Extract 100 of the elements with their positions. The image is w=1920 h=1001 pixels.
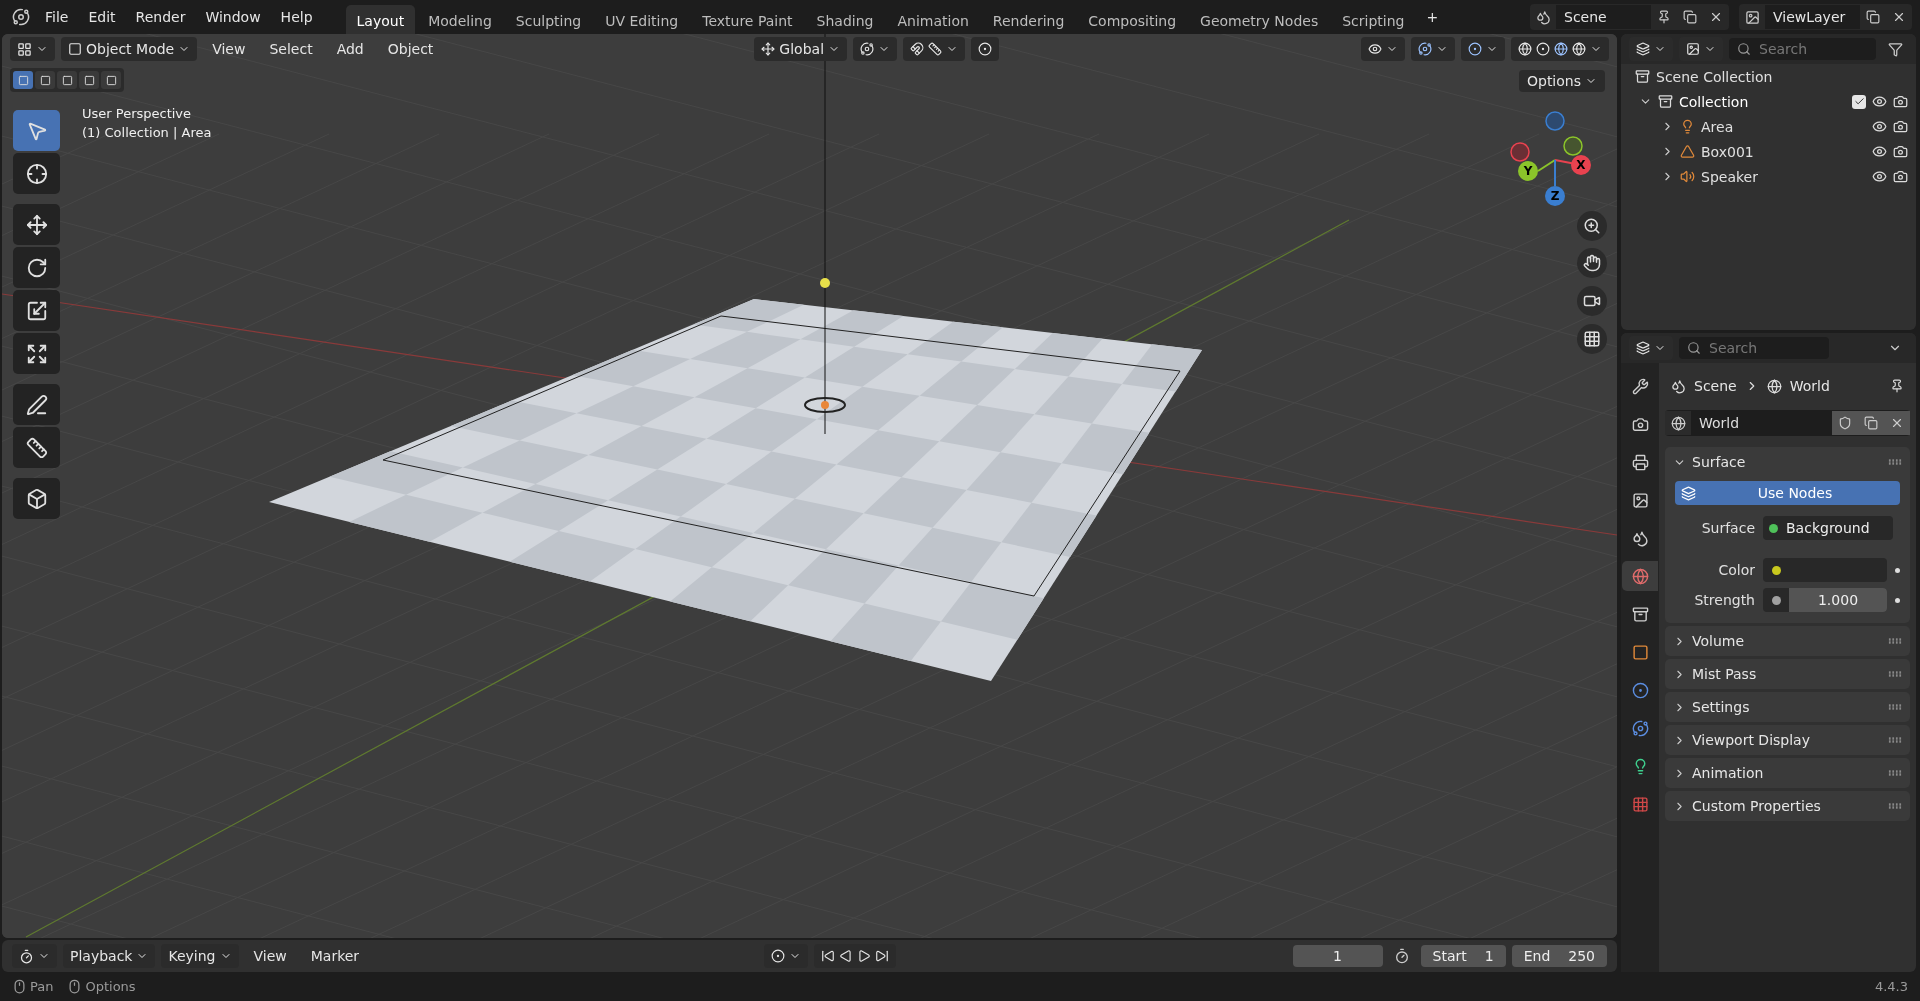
hand-icon	[1583, 254, 1601, 272]
measure-tool-button[interactable]	[13, 427, 60, 468]
transform-tool-button[interactable]	[13, 333, 60, 374]
shading-buttons[interactable]	[1511, 37, 1609, 61]
overlay-button[interactable]	[1461, 37, 1505, 61]
drag-handle-icon[interactable]	[1888, 770, 1902, 776]
annotate-tool-button[interactable]	[13, 384, 60, 425]
ruler-icon	[25, 436, 48, 459]
end-frame-field[interactable]: End 250	[1511, 945, 1607, 967]
workspace-tab[interactable]: Animation	[886, 5, 980, 35]
menu-item[interactable]: File	[36, 5, 78, 29]
playback-controls[interactable]	[814, 944, 897, 968]
status-hint: Pan	[12, 979, 54, 994]
world-datablock-field[interactable]: World	[1665, 410, 1910, 436]
proportional-edit-button[interactable]	[971, 37, 1000, 61]
drag-handle-icon[interactable]	[1888, 671, 1902, 677]
viewport-menu[interactable]: View	[203, 41, 255, 57]
outliner-item[interactable]: Speaker	[1701, 168, 1866, 185]
image-icon	[1744, 9, 1760, 25]
view-layer-selector[interactable]: ViewLayer	[1739, 4, 1912, 30]
add-workspace-button[interactable]: +	[1417, 5, 1448, 29]
close-icon	[1890, 416, 1904, 430]
drag-handle-icon[interactable]	[1888, 638, 1902, 644]
workspace-tab[interactable]: Geometry Nodes	[1189, 5, 1330, 35]
keyframe-dot[interactable]	[1895, 597, 1900, 603]
viewport-menu[interactable]: Object	[378, 41, 443, 57]
drag-handle-icon[interactable]	[1888, 704, 1902, 710]
workspace-tab[interactable]: Texture Paint	[691, 5, 804, 35]
outliner-item[interactable]: Area	[1701, 118, 1866, 135]
outliner-item[interactable]: Scene Collection	[1656, 68, 1908, 85]
timeline-menu[interactable]: Marker	[301, 948, 369, 964]
workspace-tab[interactable]: Modeling	[417, 5, 503, 35]
drag-handle-icon[interactable]	[1888, 737, 1902, 743]
value-field[interactable]	[1763, 558, 1887, 582]
mode-dropdown[interactable]: Object Mode	[61, 37, 198, 61]
selection-mode-button[interactable]	[13, 71, 33, 89]
timeline-menu[interactable]: View	[244, 948, 296, 964]
snap-button[interactable]	[903, 37, 966, 61]
magnet-icon	[910, 42, 925, 56]
orientation-dropdown[interactable]: Global	[754, 37, 848, 61]
cursor-tool-button[interactable]	[13, 153, 60, 194]
workspace-tab[interactable]: Scripting	[1331, 5, 1416, 35]
checkbox[interactable]	[1852, 94, 1866, 109]
keyframe-dot[interactable]	[1895, 567, 1900, 573]
timeline-menu[interactable]: Keying	[161, 944, 239, 968]
menu-item[interactable]: Render	[126, 5, 195, 29]
shader-field[interactable]: Background	[1763, 516, 1893, 540]
workspace-tab[interactable]: Rendering	[981, 5, 1076, 35]
pin-icon	[1657, 10, 1671, 24]
panel-header[interactable]: Surface	[1692, 454, 1882, 470]
pivot-button[interactable]	[853, 37, 898, 61]
copy-icon	[1866, 10, 1880, 24]
menu-item[interactable]: Window	[196, 5, 270, 29]
timeline-menu[interactable]: Playback	[63, 944, 156, 968]
visibility-button[interactable]	[1361, 37, 1405, 61]
editor-type-button[interactable]	[10, 37, 55, 61]
start-frame-field[interactable]: Start 1	[1420, 945, 1506, 967]
use-nodes-button[interactable]: Use Nodes	[1675, 481, 1900, 505]
workspace-tab[interactable]: UV Editing	[594, 5, 690, 35]
pencil-icon	[25, 393, 48, 416]
add-tool-button[interactable]	[13, 478, 60, 519]
selection-mode-button[interactable]	[35, 71, 55, 89]
selection-mode-button[interactable]	[101, 71, 121, 89]
viewport-menu[interactable]: Select	[260, 41, 322, 57]
outliner-item[interactable]: Box001	[1701, 143, 1866, 160]
workspace-tab[interactable]: Compositing	[1077, 5, 1188, 35]
search-box[interactable]: Search	[1679, 337, 1829, 359]
workspace-tab[interactable]: Sculpting	[504, 5, 593, 35]
workspace-tab[interactable]: Shading	[805, 5, 885, 35]
play-icon	[857, 949, 872, 963]
outliner-item[interactable]: Collection	[1679, 93, 1846, 110]
menu-item[interactable]: Edit	[79, 5, 125, 29]
selection-mode-button[interactable]	[57, 71, 77, 89]
viewport-menu[interactable]: Add	[327, 41, 373, 57]
jump-start-icon	[821, 949, 836, 963]
search-box[interactable]: Search	[1729, 38, 1876, 60]
scene-selector[interactable]: Scene	[1530, 4, 1729, 30]
value-field[interactable]: 1.000	[1763, 588, 1887, 612]
drag-handle-icon[interactable]	[1888, 459, 1902, 465]
gizmo-button[interactable]	[1411, 37, 1455, 61]
current-frame-field[interactable]: 1	[1292, 945, 1383, 967]
editor-type-button[interactable]	[12, 944, 57, 968]
triangle-icon	[1680, 144, 1695, 159]
drag-handle-icon[interactable]	[1888, 803, 1902, 809]
camera-icon	[1893, 144, 1908, 159]
square-icon	[68, 42, 82, 56]
workspace-tab[interactable]: Layout	[345, 5, 416, 35]
select-tool-button[interactable]	[13, 110, 60, 151]
camera-icon	[1893, 169, 1908, 184]
menu-item[interactable]: Help	[271, 5, 322, 29]
move-tool-button[interactable]	[13, 204, 60, 245]
options-dropdown[interactable]: Options	[1518, 70, 1605, 92]
auto-key-button[interactable]	[764, 944, 809, 968]
printer-icon	[1631, 453, 1649, 471]
ruler-icon	[928, 42, 943, 56]
world-tab[interactable]	[1622, 561, 1658, 591]
grid-icon	[17, 41, 32, 57]
scale-tool-button[interactable]	[13, 290, 60, 331]
selection-mode-button[interactable]	[79, 71, 99, 89]
rotate-tool-button[interactable]	[13, 247, 60, 288]
